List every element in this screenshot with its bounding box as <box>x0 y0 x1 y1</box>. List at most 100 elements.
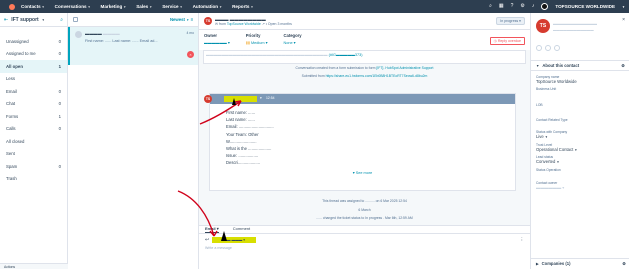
contact-email[interactable]: ▬▬▬▬▬▬▬▬▬▬▬▬ <box>553 28 594 32</box>
inbox-link[interactable]: TopSource Worldwide <box>227 22 261 26</box>
highlight-mark <box>224 96 257 102</box>
source-url-link[interactable]: https://share-eu1.hsforms.com/1Eb0B8H1BT… <box>326 74 428 78</box>
email-line: Your Team: Other <box>226 131 259 137</box>
chevron-down-icon: ▾ <box>352 170 355 175</box>
chevron-down-icon: ▼ <box>536 63 540 68</box>
back-icon[interactable]: ⇤ <box>4 17 8 23</box>
contact-avatar-icon <box>75 31 82 38</box>
message-input[interactable]: Write a message <box>199 246 530 250</box>
contact-name[interactable]: ▬▬▬▬▬▬▬▬▬▬▬ <box>553 21 597 26</box>
category-property[interactable]: Category None ▾ <box>283 33 301 50</box>
field-status-operation[interactable]: Status Operation <box>531 168 629 178</box>
clock-icon: ◷ <box>493 39 497 43</box>
email-body: First name: ...... Last name: ...... Ema… <box>210 104 515 167</box>
avatar[interactable] <box>541 3 549 10</box>
companies-section-header[interactable]: ▶ Companies (1) ⚙ <box>531 258 629 268</box>
chevron-down-icon: ▼ <box>574 147 578 152</box>
filter-unassigned[interactable]: Unassigned 0 <box>0 35 67 48</box>
field-trust-level[interactable]: Trust Level Operational Contact ▼ <box>531 143 629 152</box>
priority-property[interactable]: Priority ▮▮ Medium ▾ <box>246 33 268 50</box>
inbox-sidebar: ⇤ IFT support ▼ ⌕ Unassigned 0 Assigned t… <box>0 13 68 269</box>
select-all-checkbox[interactable] <box>73 17 78 22</box>
note-icon[interactable] <box>536 45 542 51</box>
filter-icon[interactable]: ≡ <box>190 17 193 22</box>
mail-icon[interactable] <box>545 45 551 51</box>
email-line: What is the .................... <box>226 146 272 152</box>
owner-property[interactable]: Owner ▬▬▬▬▬▬ ▾ <box>204 33 230 50</box>
email-line: Descri................... <box>226 160 260 166</box>
nav-right: ⌕ ▦ ? ⚙ ♪ TOPSOURCE WORLDWIDE ▼ <box>489 0 629 13</box>
tab-comment[interactable]: Comment <box>233 226 250 233</box>
close-icon[interactable]: × <box>187 51 194 58</box>
company-name[interactable]: TOPSOURCE WORLDWIDE <box>555 4 615 9</box>
nav-contacts[interactable]: Contacts ▼ <box>21 4 45 9</box>
field-lead-status[interactable]: Lead status Converted ▼ <box>531 155 629 164</box>
see-more-link[interactable]: ▾ See more <box>210 170 515 175</box>
gear-icon[interactable]: ⚙ <box>621 63 625 68</box>
nav-reports[interactable]: Reports ▼ <box>232 4 253 9</box>
inbox-selector[interactable]: ⇤ IFT support ▼ ⌕ <box>0 13 67 27</box>
filter-all-closed[interactable]: All closed <box>0 135 67 148</box>
chevron-down-icon: ▼ <box>41 4 45 9</box>
search-icon[interactable]: ⌕ <box>489 4 492 9</box>
date-divider: 6 March <box>358 208 371 212</box>
help-icon[interactable]: ? <box>511 4 514 9</box>
more-options-icon[interactable]: ⋮ <box>520 237 524 243</box>
tab-email[interactable]: Email ▾ <box>205 226 219 233</box>
field-contact-owner[interactable]: Contact owner ▬▬▬▬▬▬ ▾ <box>531 181 629 190</box>
filter-chat[interactable]: Chat 0 <box>0 98 67 111</box>
nav-service[interactable]: Service ▼ <box>162 4 182 9</box>
previous-message[interactable]: ▬▬▬▬▬▬▬▬▬▬▬▬▬▬▬▬▬▬▬▬▬▬▬▬▬▬▬▬▬▬▬▬ (#IG▬▬▬… <box>203 50 526 64</box>
chevron-down-icon: ▼ <box>179 4 183 9</box>
filter-all-open[interactable]: All open 1 <box>0 60 67 73</box>
gear-icon[interactable]: ⚙ <box>520 4 524 9</box>
filter-calls[interactable]: Calls 0 <box>0 123 67 136</box>
about-section-header[interactable]: ▼ About this contact ⚙ <box>531 61 629 71</box>
filter-forms[interactable]: Forms 1 <box>0 110 67 123</box>
list-item[interactable]: ▬▬▬▬ ▬▬▬▬ 4 mo First name: ...... Last n… <box>68 27 198 65</box>
marketplace-icon[interactable]: ▦ <box>499 4 504 9</box>
filter-trash[interactable]: Trash <box>0 173 67 186</box>
inbox-title[interactable]: IFT support <box>11 17 39 23</box>
filter-assigned-to-me[interactable]: Assigned to me 0 <box>0 48 67 61</box>
filter-spam[interactable]: Spam 0 <box>0 160 67 173</box>
field-lob[interactable]: LOB <box>531 103 629 115</box>
external-link-icon: ↗ <box>261 21 265 26</box>
avatar: TS <box>204 17 212 25</box>
email-header[interactable]: TS ▾ 12:54 <box>204 94 515 104</box>
composer-toolbar: ↩ ▬▬ ▬▬▬ ▾ ⋮ <box>199 234 530 246</box>
hubspot-logo[interactable] <box>9 3 15 10</box>
email-time: 12:54 <box>266 96 275 100</box>
chevron-down-icon[interactable]: ▾ <box>260 96 262 100</box>
filter-email[interactable]: Email 0 <box>0 85 67 98</box>
field-company-name[interactable]: Company name TopSource Worldwide <box>531 75 629 84</box>
search-icon[interactable]: ⌕ <box>60 17 63 23</box>
field-contact-related-type[interactable]: Contact Related Type <box>531 118 629 126</box>
nav-conversations[interactable]: Conversations ▼ <box>55 4 91 9</box>
email-line: Last name: ...... <box>226 117 255 123</box>
reply-icon[interactable]: ↩ <box>205 237 209 243</box>
field-business-unit[interactable]: Business Unit <box>531 87 629 99</box>
reply-composer: Email ▾ Comment ↩ ▬▬ ▬▬▬ ▾ ⋮ Write a mes… <box>199 226 530 269</box>
nav-sales[interactable]: Sales ▼ <box>136 4 152 9</box>
actions-button[interactable]: Actions <box>0 263 68 269</box>
bell-icon[interactable]: ♪ <box>532 4 535 9</box>
avatar: TS <box>204 95 212 103</box>
form-link[interactable]: [IFT]- HubSpot Administrative Support <box>376 66 433 70</box>
status-dropdown[interactable]: In progress ▾ <box>496 17 525 25</box>
filter-sent[interactable]: Sent <box>0 148 67 161</box>
filter-less[interactable]: Less <box>0 73 67 86</box>
close-icon[interactable]: × <box>622 17 625 23</box>
gear-icon[interactable]: ⚙ <box>622 261 626 266</box>
field-status-with-company[interactable]: Status with Company Live ▼ <box>531 130 629 139</box>
nav-marketing[interactable]: Marketing ▼ <box>101 4 127 9</box>
nav-automation[interactable]: Automation ▼ <box>193 4 223 9</box>
system-note: Conversation created from a form submiss… <box>295 66 434 70</box>
sort-dropdown[interactable]: Newest ▼ ≡ <box>170 17 193 22</box>
sender-name: ▬▬▬▬ ▬▬▬▬ <box>85 31 120 36</box>
email-line: First name: ...... <box>226 110 256 115</box>
thread-subtitle: ✉ from TopSource Worldwide ↗ • Open 3 mo… <box>215 21 292 26</box>
ticket-properties: Owner ▬▬▬▬▬▬ ▾ Priority ▮▮ Medium ▾ Cate… <box>199 30 530 50</box>
recipient-selector[interactable]: ▬▬ ▬▬▬ ▾ <box>212 237 257 243</box>
phone-icon[interactable] <box>554 45 560 51</box>
